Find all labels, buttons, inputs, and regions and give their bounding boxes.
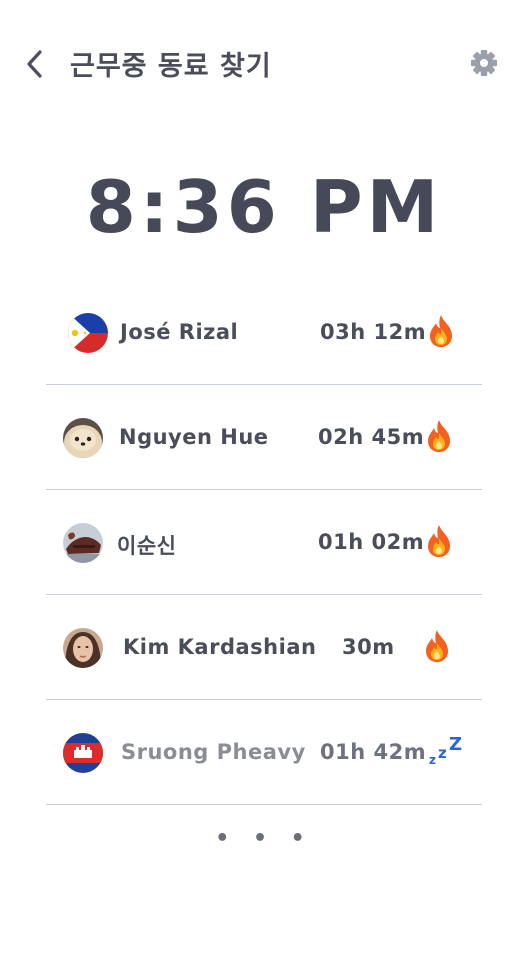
colleague-name: Nguyen Hue [119,425,269,449]
work-duration: 30m [342,635,395,659]
gear-icon[interactable] [469,48,499,78]
colleague-name: Sruong Pheavy [121,740,306,764]
fire-icon [426,314,456,348]
svg-text:Z: Z [449,734,462,755]
colleague-name: Kim Kardashian [123,635,317,659]
colleague-list: José Rizal 03h 12m Nguyen Hue 02h 45m 이순… [46,280,482,805]
work-duration: 01h 42m [320,740,427,764]
colleague-name: 이순신 [117,534,177,558]
chevron-left-icon[interactable] [22,48,50,80]
philippines-flag-avatar [68,313,108,353]
fire-icon [422,629,452,663]
work-duration: 01h 02m [318,530,425,554]
sleep-zzz-icon: z z Z [428,734,462,768]
portrait-avatar [63,628,103,668]
work-duration: 02h 45m [318,425,425,449]
colleague-row[interactable]: Nguyen Hue 02h 45m [46,385,482,490]
header: 근무중 동료 찾기 [0,0,528,120]
fire-icon [424,524,454,558]
turtle-ship-avatar [63,523,103,563]
colleague-row[interactable]: Kim Kardashian 30m [46,595,482,700]
svg-text:z: z [438,744,447,762]
colleague-row[interactable]: Sruong Pheavy 01h 42m z z Z [46,700,482,805]
svg-text:z: z [429,753,436,767]
colleague-row[interactable]: José Rizal 03h 12m [46,280,482,385]
cambodia-flag-avatar [63,733,103,773]
fire-icon [424,419,454,453]
page-title: 근무중 동료 찾기 [70,51,272,82]
more-indicator[interactable]: • • • [0,826,528,851]
work-duration: 03h 12m [320,320,427,344]
pomeranian-dog-avatar [63,418,103,458]
colleague-name: José Rizal [120,320,239,344]
colleague-row[interactable]: 이순신 01h 02m [46,490,482,595]
current-time: 8:36 PM [85,165,443,249]
